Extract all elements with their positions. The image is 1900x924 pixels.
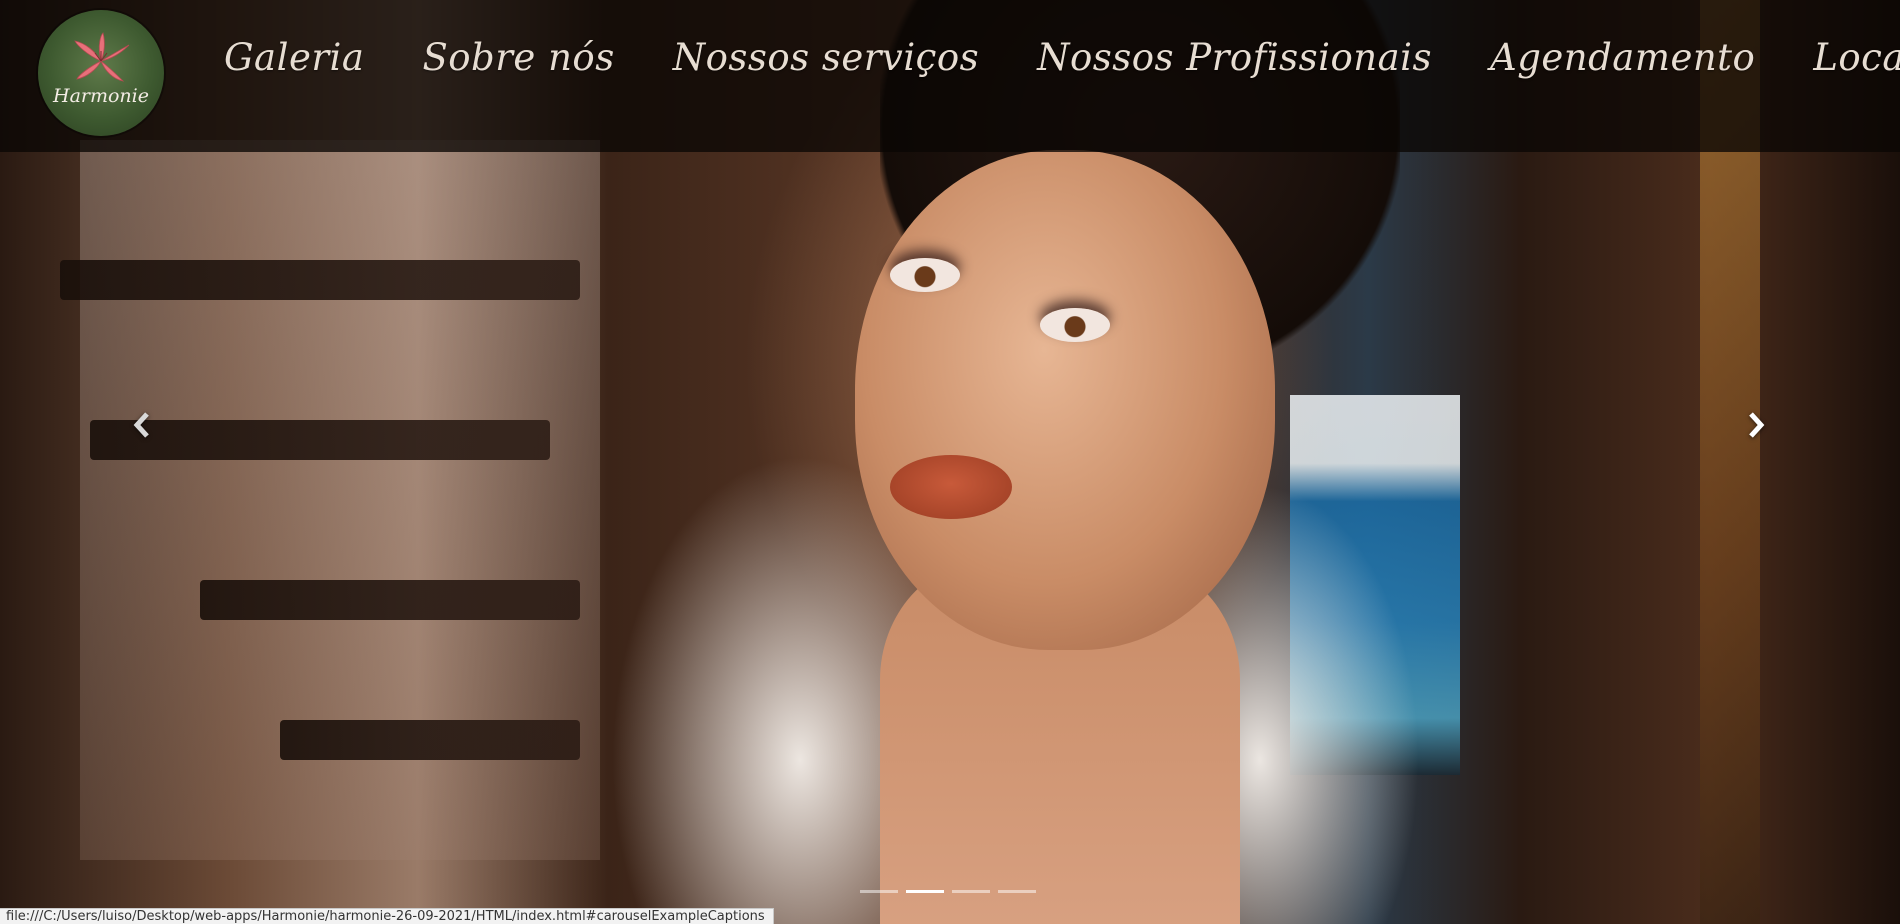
stair-step [60, 260, 580, 300]
nav-link-galeria[interactable]: Galeria [224, 36, 364, 79]
stair-step [280, 720, 580, 760]
browser-status-bar: file:///C:/Users/luiso/Desktop/web-apps/… [0, 908, 774, 924]
site-navbar: Harmonie Galeria Sobre nós Nossos serviç… [0, 0, 1900, 152]
chevron-left-icon [133, 412, 149, 438]
nav-link-nossos-profissionais[interactable]: Nossos Profissionais [1037, 36, 1432, 79]
carousel-indicator[interactable] [860, 890, 898, 893]
carousel-prev-button[interactable] [112, 395, 172, 455]
lily-flower-icon [74, 32, 130, 82]
stair-step [200, 580, 580, 620]
nav-link-nossos-servicos[interactable]: Nossos serviços [673, 36, 979, 79]
subject-eye-right [1040, 308, 1110, 342]
carousel-indicator[interactable] [952, 890, 990, 893]
carousel-indicator-active[interactable] [906, 890, 944, 893]
nav-link-agendamento[interactable]: Agendamento [1490, 36, 1755, 79]
main-nav: Galeria Sobre nós Nossos serviços Nossos… [224, 36, 1900, 79]
carousel-next-button[interactable] [1726, 395, 1786, 455]
brand-logo-text: Harmonie [53, 85, 149, 107]
nav-link-sobre-nos[interactable]: Sobre nós [422, 36, 614, 79]
brand-logo[interactable]: Harmonie [38, 10, 164, 136]
chevron-right-icon [1749, 412, 1765, 438]
nav-link-localizacao[interactable]: Localização [1813, 36, 1900, 79]
subject-face [855, 150, 1275, 650]
page: Harmonie Galeria Sobre nós Nossos serviç… [0, 0, 1900, 924]
subject-lips [890, 455, 1012, 519]
subject-eye-left [890, 258, 960, 292]
carousel-indicator[interactable] [998, 890, 1036, 893]
carousel-indicators [860, 890, 1036, 893]
